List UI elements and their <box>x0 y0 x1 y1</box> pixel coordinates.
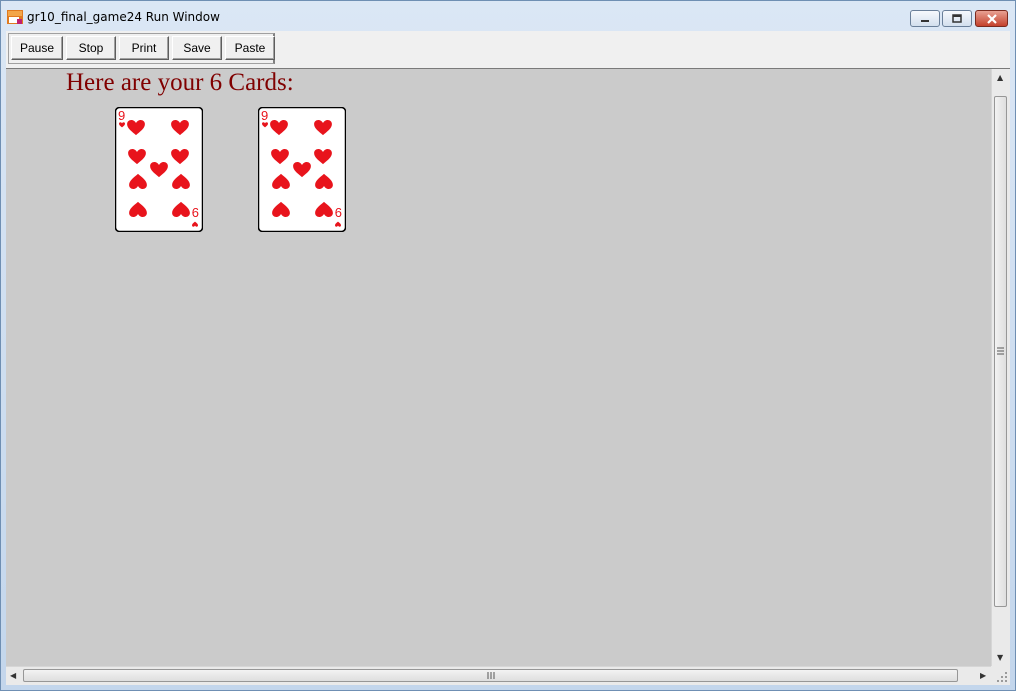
output-canvas: Here are your 6 Cards: 9 9 9 9 <box>6 69 991 666</box>
maximize-button[interactable] <box>942 10 972 27</box>
horizontal-scroll-thumb[interactable] <box>23 669 958 682</box>
close-icon <box>986 13 997 24</box>
title-bar[interactable]: gr10_final_game24 Run Window <box>1 1 1015 31</box>
minimize-button[interactable] <box>910 10 940 27</box>
run-window: gr10_final_game24 Run Window Pause Stop … <box>0 0 1016 691</box>
playing-card: 9 9 <box>258 107 346 232</box>
horizontal-scrollbar[interactable]: ◀ ▶ <box>6 666 991 685</box>
toolbar: Pause Stop Print Save Paste <box>6 31 1010 69</box>
vertical-scroll-thumb[interactable] <box>994 96 1007 607</box>
close-button[interactable] <box>975 10 1008 27</box>
grip-lines-icon <box>487 672 495 679</box>
card-rank-bottom: 9 <box>335 205 342 220</box>
resize-grip-icon <box>997 672 1007 682</box>
scroll-right-icon[interactable]: ▶ <box>980 672 986 680</box>
maximize-icon <box>952 13 962 23</box>
pause-button[interactable]: Pause <box>11 36 63 60</box>
playing-card: 9 9 <box>115 107 203 232</box>
scroll-down-icon[interactable]: ▼ <box>997 654 1003 662</box>
app-icon <box>7 10 23 24</box>
vertical-scrollbar[interactable]: ▲ ▼ <box>991 69 1010 666</box>
save-button[interactable]: Save <box>172 36 222 60</box>
cards-heading: Here are your 6 Cards: <box>66 69 294 96</box>
card-rank-top: 9 <box>118 108 125 123</box>
paste-button[interactable]: Paste <box>225 36 275 60</box>
card-rank-bottom: 9 <box>192 205 199 220</box>
resize-grip[interactable] <box>991 666 1010 685</box>
scroll-up-icon[interactable]: ▲ <box>997 74 1003 82</box>
scroll-left-icon[interactable]: ◀ <box>10 672 16 680</box>
grip-lines-icon <box>997 347 1004 355</box>
print-button[interactable]: Print <box>119 36 169 60</box>
window-title: gr10_final_game24 Run Window <box>27 10 220 24</box>
stop-button[interactable]: Stop <box>66 36 116 60</box>
minimize-icon <box>921 19 929 22</box>
card-rank-top: 9 <box>261 108 268 123</box>
